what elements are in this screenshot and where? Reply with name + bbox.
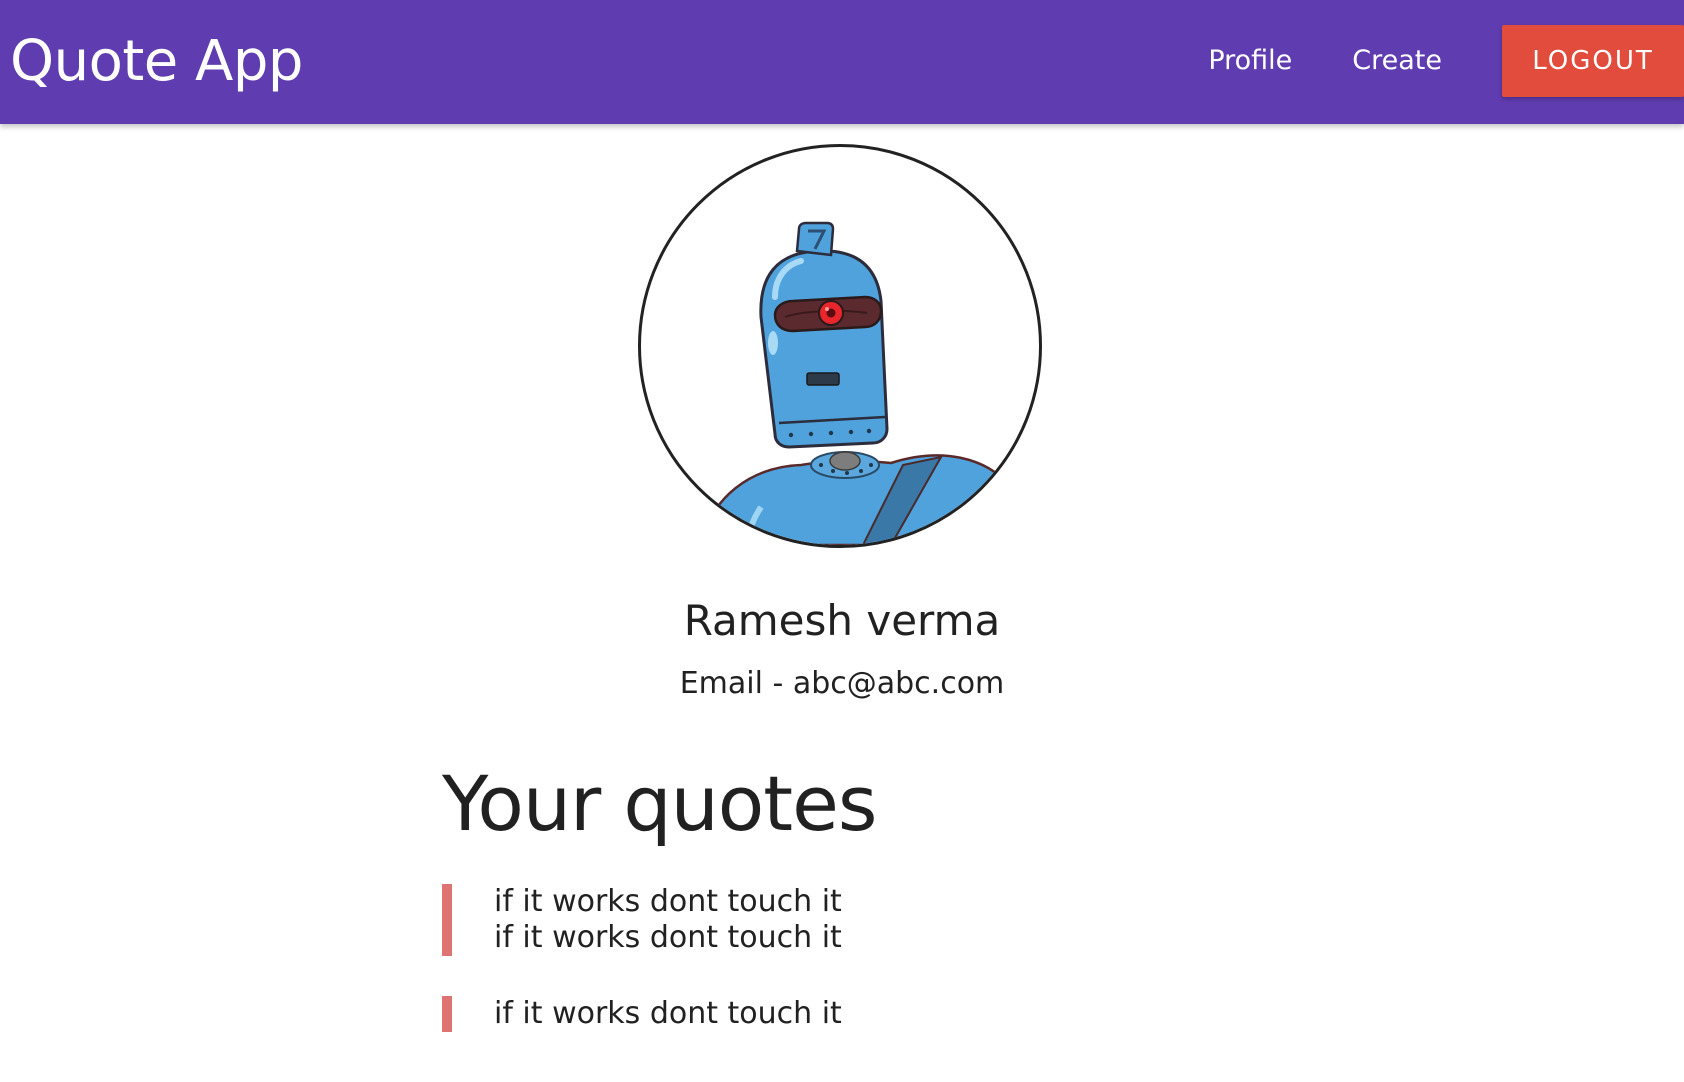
quote-item: if it works dont touch it if it works do… <box>442 884 842 956</box>
logout-button[interactable]: LOGOUT <box>1502 25 1684 97</box>
quote-item: if it works dont touch it <box>442 996 842 1032</box>
top-navbar: Quote App Profile Create LOGOUT <box>0 0 1684 124</box>
quotes-heading: Your quotes <box>442 759 877 848</box>
nav-links: Profile Create LOGOUT <box>1208 0 1684 124</box>
profile-name: Ramesh verma <box>683 596 1001 645</box>
nav-profile-link[interactable]: Profile <box>1208 45 1292 76</box>
quote-text: if it works dont touch it <box>494 884 842 919</box>
quote-text: if it works dont touch it <box>494 920 842 955</box>
robot-avatar-icon <box>699 221 1039 545</box>
profile-email: Email - abc@abc.com <box>679 666 1005 701</box>
quote-text: if it works dont touch it <box>494 996 842 1031</box>
app-title[interactable]: Quote App <box>10 28 303 96</box>
profile-avatar <box>638 144 1042 548</box>
nav-create-link[interactable]: Create <box>1352 45 1442 76</box>
